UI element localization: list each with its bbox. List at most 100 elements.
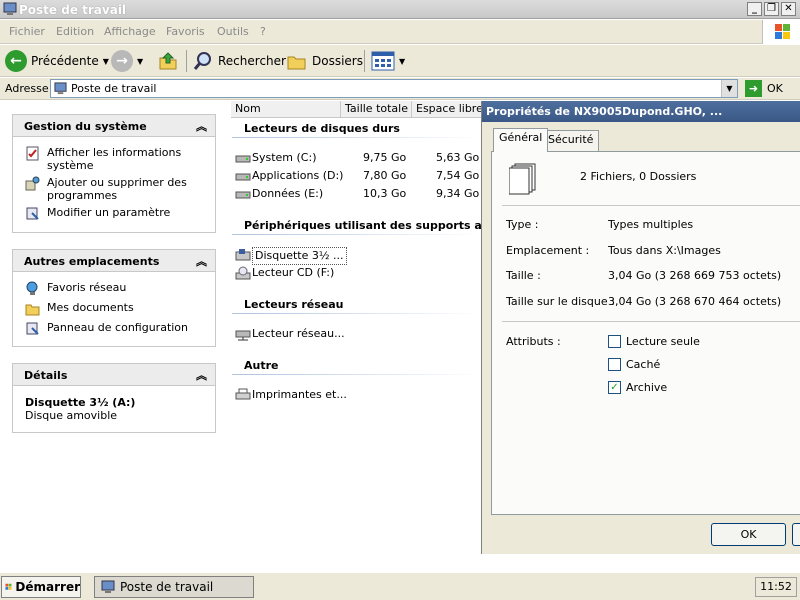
hard-drive-icon bbox=[235, 173, 251, 181]
checkbox-archive-label[interactable]: Archive bbox=[626, 381, 667, 394]
checkbox-hidden-label[interactable]: Caché bbox=[626, 358, 660, 371]
place-network-favorites[interactable]: Favoris réseau bbox=[13, 281, 215, 295]
menu-edition[interactable]: Edition bbox=[56, 25, 94, 38]
details-name: Disquette 3½ (A:) bbox=[25, 396, 136, 409]
forward-button[interactable]: → ▼ bbox=[111, 49, 143, 73]
search-icon bbox=[193, 52, 211, 70]
drive-free: 9,34 Go bbox=[436, 187, 480, 200]
cancel-button[interactable] bbox=[792, 523, 800, 546]
printers-row[interactable]: Imprimantes et... bbox=[235, 387, 347, 403]
checkbox-hidden[interactable] bbox=[608, 358, 621, 371]
task-system-info[interactable]: Afficher les informations système bbox=[13, 146, 215, 172]
details-title: Détails bbox=[24, 369, 68, 382]
back-button[interactable]: ← Précédente ▼ bbox=[5, 49, 109, 73]
system-tasks-title: Gestion du système bbox=[24, 120, 147, 133]
group-divider bbox=[232, 374, 482, 375]
tab-general[interactable]: Général bbox=[493, 128, 549, 152]
start-button[interactable]: Démarrer bbox=[1, 576, 81, 598]
task-modify-setting-label: Modifier un paramètre bbox=[47, 206, 171, 219]
taskbar-window-button[interactable]: Poste de travail bbox=[94, 576, 254, 598]
forward-dropdown-icon[interactable]: ▼ bbox=[137, 57, 143, 66]
details-type: Disque amovible bbox=[25, 409, 118, 422]
field-type-value: Types multiples bbox=[608, 218, 694, 231]
ok-button[interactable]: OK bbox=[711, 523, 786, 546]
place-my-documents[interactable]: Mes documents bbox=[13, 301, 215, 316]
folders-button[interactable]: Dossiers bbox=[286, 49, 363, 73]
close-button[interactable]: ✕ bbox=[781, 2, 796, 16]
column-header-total-size[interactable]: Taille totale bbox=[341, 101, 412, 118]
collapse-chevron-icon[interactable]: ︽ bbox=[196, 118, 207, 134]
menu-favoris[interactable]: Favoris bbox=[166, 25, 205, 38]
start-label: Démarrer bbox=[15, 580, 80, 594]
views-button[interactable]: ▼ bbox=[371, 49, 405, 73]
up-folder-icon bbox=[159, 52, 177, 70]
task-add-remove-line1: Ajouter ou supprimer des bbox=[47, 176, 187, 189]
address-bar: Adresse Poste de travail ▼ ➜ OK bbox=[0, 78, 800, 100]
collapse-chevron-icon[interactable]: ︽ bbox=[196, 367, 207, 383]
device-row-cd[interactable]: Lecteur CD (F:) bbox=[235, 265, 340, 281]
attributes-label: Attributs : bbox=[506, 335, 561, 348]
checkbox-read-only[interactable] bbox=[608, 335, 621, 348]
place-control-panel-label: Panneau de configuration bbox=[47, 321, 189, 334]
task-system-info-line1: Afficher les informations bbox=[47, 146, 182, 159]
views-dropdown-icon[interactable]: ▼ bbox=[399, 57, 405, 66]
checkbox-read-only-label[interactable]: Lecture seule bbox=[626, 335, 700, 348]
multiple-files-icon bbox=[509, 163, 536, 195]
address-input[interactable]: Poste de travail ▼ bbox=[50, 79, 738, 98]
go-label: OK bbox=[767, 82, 783, 95]
menu-outils[interactable]: Outils bbox=[217, 25, 249, 38]
task-add-remove-programs[interactable]: Ajouter ou supprimer des programmes bbox=[13, 176, 215, 202]
column-header-free-space[interactable]: Espace libre bbox=[412, 101, 482, 118]
menu-affichage[interactable]: Affichage bbox=[104, 25, 156, 38]
device-name: Disquette 3½ ... bbox=[252, 247, 347, 265]
place-my-documents-label: Mes documents bbox=[47, 301, 134, 314]
task-pane: Gestion du système ︽ Afficher les inform… bbox=[0, 101, 230, 571]
back-arrow-icon: ← bbox=[5, 50, 27, 72]
field-size-value: 3,04 Go (3 268 669 753 octets) bbox=[608, 269, 782, 282]
device-row-floppy[interactable]: Disquette 3½ ... bbox=[235, 247, 347, 265]
drive-row-d[interactable]: Applications (D:) bbox=[235, 168, 345, 184]
group-hard-drives-title: Lecteurs de disques durs bbox=[244, 122, 400, 135]
taskbar: Démarrer Poste de travail 11:52 bbox=[0, 572, 800, 600]
network-drive-icon bbox=[235, 330, 251, 341]
tab-security[interactable]: Sécurité bbox=[542, 130, 600, 151]
field-disk-size-value: 3,04 Go (3 268 670 464 octets) bbox=[608, 295, 782, 308]
group-other-title: Autre bbox=[244, 359, 279, 372]
system-clock[interactable]: 11:52 bbox=[755, 577, 797, 597]
maximize-button[interactable]: ❐ bbox=[764, 2, 779, 16]
back-label: Précédente bbox=[31, 54, 99, 68]
address-dropdown-icon[interactable]: ▼ bbox=[721, 80, 737, 97]
windows-flag-icon bbox=[775, 24, 790, 39]
task-modify-setting[interactable]: Modifier un paramètre bbox=[13, 206, 215, 220]
other-places-header[interactable]: Autres emplacements ︽ bbox=[13, 250, 215, 272]
dialog-title[interactable]: Propriétés de NX9005Dupond.GHO, ... bbox=[482, 101, 800, 122]
search-button[interactable]: Rechercher bbox=[192, 49, 286, 73]
menu-help[interactable]: ? bbox=[260, 25, 266, 38]
column-header-name[interactable]: Nom bbox=[231, 101, 341, 118]
menu-fichier[interactable]: Fichier bbox=[9, 25, 45, 38]
task-add-remove-line2: programmes bbox=[47, 189, 118, 202]
details-panel: Détails ︽ Disquette 3½ (A:) Disque amovi… bbox=[12, 363, 216, 433]
network-drive-row[interactable]: Lecteur réseau... bbox=[235, 326, 345, 342]
minimize-button[interactable]: _ bbox=[747, 2, 762, 16]
other-places-title: Autres emplacements bbox=[24, 255, 160, 268]
back-dropdown-icon[interactable]: ▼ bbox=[103, 57, 109, 66]
network-drive-name: Lecteur réseau... bbox=[252, 327, 345, 340]
drive-row-e[interactable]: Données (E:) bbox=[235, 186, 345, 202]
checkbox-archive[interactable]: ✓ bbox=[608, 381, 621, 394]
general-tab-panel: 2 Fichiers, 0 Dossiers Type : Types mult… bbox=[491, 151, 800, 515]
place-control-panel[interactable]: Panneau de configuration bbox=[13, 321, 215, 335]
collapse-chevron-icon[interactable]: ︽ bbox=[196, 253, 207, 269]
up-folder-button[interactable] bbox=[157, 49, 179, 73]
window-title-bar[interactable]: Poste de travail _ ❐ ✕ bbox=[0, 0, 800, 19]
address-value: Poste de travail bbox=[71, 82, 157, 95]
group-removable-title: Périphériques utilisant des supports amo… bbox=[244, 219, 512, 232]
drive-name: Données (E:) bbox=[252, 187, 324, 200]
menu-bar: Fichier Edition Affichage Favoris Outils… bbox=[0, 20, 800, 44]
details-header[interactable]: Détails ︽ bbox=[13, 364, 215, 386]
field-location-value: Tous dans X:\Images bbox=[608, 244, 721, 257]
go-button[interactable]: ➜ OK bbox=[745, 80, 783, 97]
system-tasks-header[interactable]: Gestion du système ︽ bbox=[13, 115, 215, 137]
drive-row-c[interactable]: System (C:) bbox=[235, 150, 345, 166]
go-arrow-icon: ➜ bbox=[745, 80, 762, 97]
